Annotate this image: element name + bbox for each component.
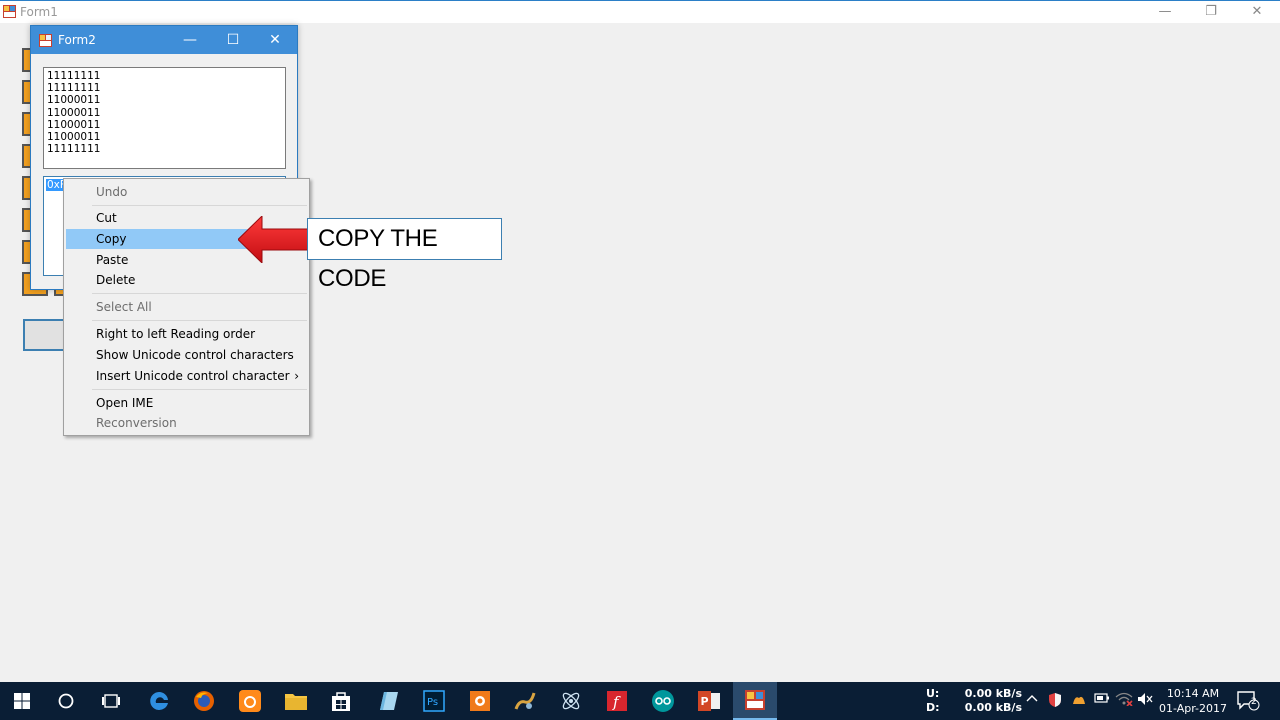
system-clock[interactable]: 10:14 AM 01-Apr-2017 (1158, 686, 1228, 716)
cortana-search-icon[interactable] (44, 682, 88, 720)
svg-text:Ps: Ps (427, 697, 438, 708)
svg-text:P: P (701, 695, 709, 708)
binary-line: 11000011 (47, 131, 101, 144)
notepad-icon[interactable] (366, 682, 410, 720)
task-view-icon[interactable] (89, 682, 133, 720)
app-brush-icon[interactable] (503, 682, 547, 720)
network-speed-labels: U: D: (926, 687, 940, 715)
menu-item-insert-unicode-control[interactable]: Insert Unicode control character › (66, 366, 307, 386)
form1-titlebar: Form1 — ❐ ✕ (0, 0, 1280, 23)
shield-icon[interactable] (1048, 692, 1062, 712)
form2-titlebar[interactable]: Form2 — ☐ ✕ (31, 26, 297, 54)
form2-close-button[interactable]: ✕ (255, 26, 295, 54)
download-label: D: (926, 701, 940, 714)
clock-date: 01-Apr-2017 (1158, 702, 1227, 715)
menu-item-reconversion[interactable]: Reconversion (66, 413, 307, 433)
binary-line: 11111111 (47, 143, 101, 156)
form1-app-icon (3, 5, 16, 18)
file-explorer-icon[interactable] (274, 682, 318, 720)
form1-close-button[interactable]: ✕ (1234, 1, 1280, 23)
app-atom-icon[interactable] (549, 682, 593, 720)
menu-item-show-unicode-control[interactable]: Show Unicode control characters (66, 345, 307, 365)
volume-muted-icon[interactable] (1137, 692, 1153, 710)
binary-line: 11000011 (47, 118, 101, 131)
menu-separator (92, 293, 307, 294)
form1-minimize-button[interactable]: — (1142, 1, 1188, 23)
powerpoint-icon[interactable]: P (687, 682, 731, 720)
notification-count: 2 (1251, 697, 1257, 707)
wifi-disconnected-icon[interactable] (1115, 692, 1133, 710)
clock-time: 10:14 AM (1166, 687, 1220, 700)
menu-item-select-all[interactable]: Select All (66, 297, 307, 317)
menu-item-rtl-reading-order[interactable]: Right to left Reading order (66, 324, 307, 344)
chevron-right-icon: › (294, 369, 299, 383)
photoshop-icon[interactable]: Ps (412, 682, 456, 720)
menu-item-label: Insert Unicode control character (96, 369, 290, 383)
form1-restore-button[interactable]: ❐ (1188, 1, 1234, 23)
menu-separator (92, 389, 307, 390)
winforms-app-icon[interactable] (733, 682, 777, 720)
menu-item-delete[interactable]: Delete (66, 270, 307, 290)
binary-line: 11000011 (47, 94, 101, 107)
app-tray-icon[interactable] (1071, 692, 1087, 712)
arduino-icon[interactable] (641, 682, 685, 720)
firefox-icon[interactable] (182, 682, 226, 720)
form2-app-icon (39, 34, 52, 47)
form2-minimize-button[interactable]: — (170, 26, 210, 54)
form2-title: Form2 (58, 33, 96, 47)
edge-icon[interactable] (137, 682, 181, 720)
uc-browser-icon[interactable] (228, 682, 272, 720)
download-speed: 0.00 kB/s (964, 701, 1022, 714)
chevron-up-icon[interactable] (1026, 692, 1038, 708)
form1-title: Form1 (20, 5, 58, 19)
action-center-icon[interactable]: 2 (1236, 690, 1260, 712)
binary-line: 11111111 (47, 82, 101, 95)
app-orange-icon[interactable] (458, 682, 502, 720)
upload-label: U: (926, 687, 940, 700)
battery-icon[interactable] (1094, 692, 1110, 708)
network-speed-values: 0.00 kB/s 0.00 kB/s (950, 687, 1022, 715)
binary-pattern-textbox[interactable]: 11111111 11111111 11000011 11000011 1100… (43, 67, 286, 169)
binary-line: 11000011 (47, 106, 101, 119)
menu-item-undo[interactable]: Undo (66, 182, 307, 202)
store-icon[interactable] (319, 682, 363, 720)
red-arrow-icon (238, 216, 310, 263)
taskbar: Ps f P U: D: 0.00 kB/s 0.00 kB/s 10:14 A… (0, 682, 1280, 720)
form2-maximize-button[interactable]: ☐ (213, 26, 253, 54)
windows-start-icon[interactable] (0, 682, 44, 720)
binary-line: 11111111 (47, 70, 101, 82)
menu-separator (92, 205, 307, 206)
annotation-label: COPY THE CODE (307, 218, 502, 292)
upload-speed: 0.00 kB/s (964, 687, 1022, 700)
menu-item-open-ime[interactable]: Open IME (66, 393, 307, 413)
menu-separator (92, 320, 307, 321)
app-red-f-icon[interactable]: f (595, 682, 639, 720)
